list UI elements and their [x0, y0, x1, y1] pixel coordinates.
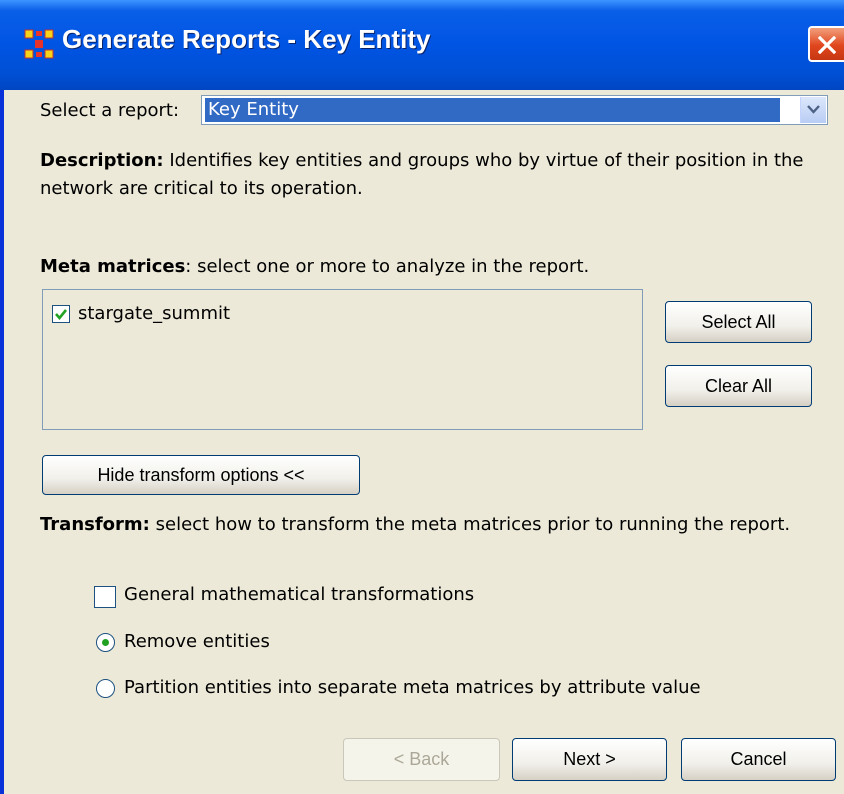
report-dropdown[interactable]: Key Entity: [201, 95, 828, 125]
back-button[interactable]: < Back: [343, 738, 500, 781]
transform-instructions: select how to transform the meta matrice…: [149, 514, 791, 535]
remove-entities-label: Remove entities: [124, 631, 270, 652]
app-network-icon: [24, 29, 54, 59]
next-button[interactable]: Next >: [512, 738, 667, 781]
title-bar[interactable]: Generate Reports - Key Entity: [0, 0, 844, 90]
remove-entities-radio[interactable]: [96, 633, 115, 652]
window-title: Generate Reports - Key Entity: [62, 24, 431, 54]
select-all-button[interactable]: Select All: [665, 301, 812, 343]
radio-selected-dot: [102, 639, 109, 646]
meta-matrices-list[interactable]: stargate_summit: [42, 289, 643, 430]
partition-entities-radio[interactable]: [96, 679, 115, 698]
window-border: [0, 0, 4, 794]
meta-matrices-title: Meta matrices: [40, 256, 186, 277]
meta-matrices-heading: Meta matrices: select one or more to ana…: [40, 256, 589, 277]
stargate-summit-checkbox[interactable]: [52, 305, 70, 323]
cancel-button[interactable]: Cancel: [681, 738, 836, 781]
chevron-down-icon: [807, 105, 820, 114]
report-description: Description: Identifies key entities and…: [40, 147, 830, 203]
description-heading: Description:: [40, 150, 164, 171]
meta-matrices-instructions: : select one or more to analyze in the r…: [185, 256, 590, 277]
dropdown-arrow-button[interactable]: [800, 97, 826, 123]
general-math-transform-label: General mathematical transformations: [124, 584, 475, 605]
dialog-window: Generate Reports - Key Entity Select a r…: [0, 0, 844, 794]
general-math-transform-checkbox[interactable]: [94, 586, 116, 608]
report-dropdown-value: Key Entity: [205, 98, 780, 122]
select-report-label: Select a report:: [40, 100, 180, 121]
close-button[interactable]: [808, 26, 844, 62]
checkmark-icon: [55, 309, 68, 321]
close-icon: [818, 36, 836, 54]
transform-heading: Transform: select how to transform the m…: [40, 511, 830, 539]
transform-title: Transform:: [40, 514, 150, 535]
clear-all-button[interactable]: Clear All: [665, 365, 812, 407]
list-item-label: stargate_summit: [78, 303, 231, 324]
partition-entities-label: Partition entities into separate meta ma…: [124, 677, 701, 698]
hide-transform-options-button[interactable]: Hide transform options <<: [42, 455, 360, 495]
